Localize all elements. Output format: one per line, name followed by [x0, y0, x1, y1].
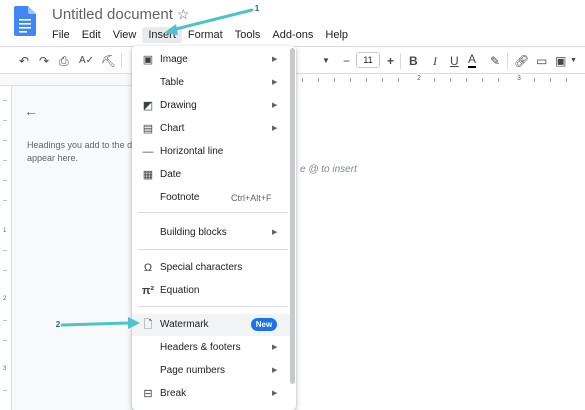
annotation-overlay [60, 8, 254, 329]
step-number-2: 2 [55, 320, 61, 329]
annotation-arrow-1 [164, 8, 254, 35]
annotation-arrow-2 [60, 317, 140, 329]
step-number-1: 1 [254, 4, 260, 13]
